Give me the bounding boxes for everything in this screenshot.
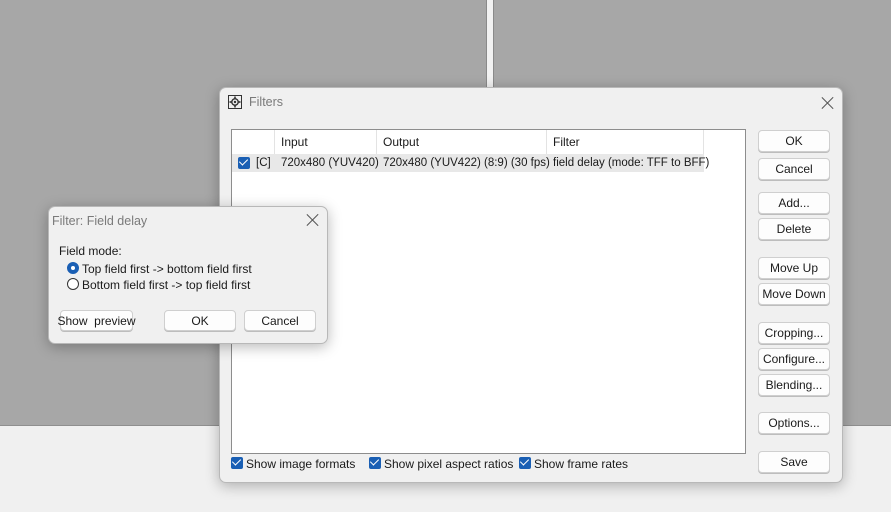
move-up-button[interactable]: Move Up <box>758 257 830 279</box>
top-first-label[interactable]: Top field first -> bottom field first <box>82 262 252 276</box>
cancel-button[interactable]: Cancel <box>758 158 830 180</box>
save-button[interactable]: Save <box>758 451 830 473</box>
dialog-ok-button[interactable]: OK <box>164 310 236 331</box>
col-header-output[interactable]: Output <box>377 130 547 154</box>
col-header-check[interactable] <box>232 130 275 154</box>
field-delay-title: Filter: Field delay <box>52 214 148 228</box>
move-down-button[interactable]: Move Down <box>758 283 830 305</box>
field-delay-dialog: Filter: Field delay Field mode: Top fiel… <box>48 206 328 344</box>
app-gear-icon <box>228 95 242 109</box>
filter-row[interactable]: [C] 720x480 (YUV420) 720x480 (YUV422) (8… <box>232 154 709 172</box>
blending-button[interactable]: Blending... <box>758 374 830 396</box>
show-pixel-aspect-ratios-checkbox[interactable] <box>369 457 381 469</box>
cropping-button[interactable]: Cropping... <box>758 322 830 344</box>
dialog-cancel-button[interactable]: Cancel <box>244 310 316 331</box>
top-first-radio[interactable] <box>67 262 79 274</box>
field-delay-titlebar: Filter: Field delay <box>49 207 327 235</box>
bottom-first-label[interactable]: Bottom field first -> top field first <box>82 278 250 292</box>
add-button[interactable]: Add... <box>758 192 830 214</box>
show-pixel-aspect-ratios-label[interactable]: Show pixel aspect ratios <box>384 457 513 471</box>
filters-title: Filters <box>249 95 284 109</box>
filters-close-icon[interactable] <box>821 96 835 110</box>
filter-enabled-checkbox[interactable] <box>238 157 250 169</box>
ok-button[interactable]: OK <box>758 130 830 152</box>
filter-input-format: 720x480 (YUV420) <box>281 157 379 169</box>
options-button[interactable]: Options... <box>758 412 830 434</box>
filter-tag: [C] <box>256 157 271 169</box>
show-preview-button[interactable]: Show preview <box>57 310 136 331</box>
filter-output-format: 720x480 (YUV422) (8:9) (30 fps) <box>383 157 550 169</box>
col-header-input[interactable]: Input <box>275 130 377 154</box>
filter-description: field delay (mode: TFF to BFF) <box>553 157 710 169</box>
filters-titlebar: Filters <box>220 88 842 116</box>
col-header-filter[interactable]: Filter <box>547 130 704 154</box>
configure-button[interactable]: Configure... <box>758 348 830 370</box>
field-delay-close-icon[interactable] <box>306 213 320 227</box>
delete-button[interactable]: Delete <box>758 218 830 240</box>
pane-splitter[interactable] <box>486 0 494 88</box>
bottom-first-radio[interactable] <box>67 278 79 290</box>
field-mode-label: Field mode: <box>59 244 122 258</box>
show-image-formats-checkbox[interactable] <box>231 457 243 469</box>
show-frame-rates-checkbox[interactable] <box>519 457 531 469</box>
show-image-formats-label[interactable]: Show image formats <box>246 457 355 471</box>
show-frame-rates-label[interactable]: Show frame rates <box>534 457 628 471</box>
